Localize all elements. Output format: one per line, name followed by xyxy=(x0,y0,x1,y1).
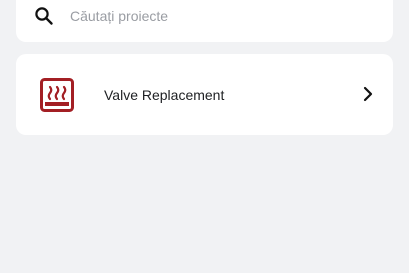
search-input[interactable] xyxy=(70,4,370,28)
project-name: Valve Replacement xyxy=(104,87,225,103)
search-bar[interactable] xyxy=(16,0,393,42)
project-list-item[interactable]: Valve Replacement xyxy=(16,54,393,135)
chevron-right-icon xyxy=(363,86,373,102)
heating-icon xyxy=(40,78,74,112)
search-icon xyxy=(35,7,53,25)
